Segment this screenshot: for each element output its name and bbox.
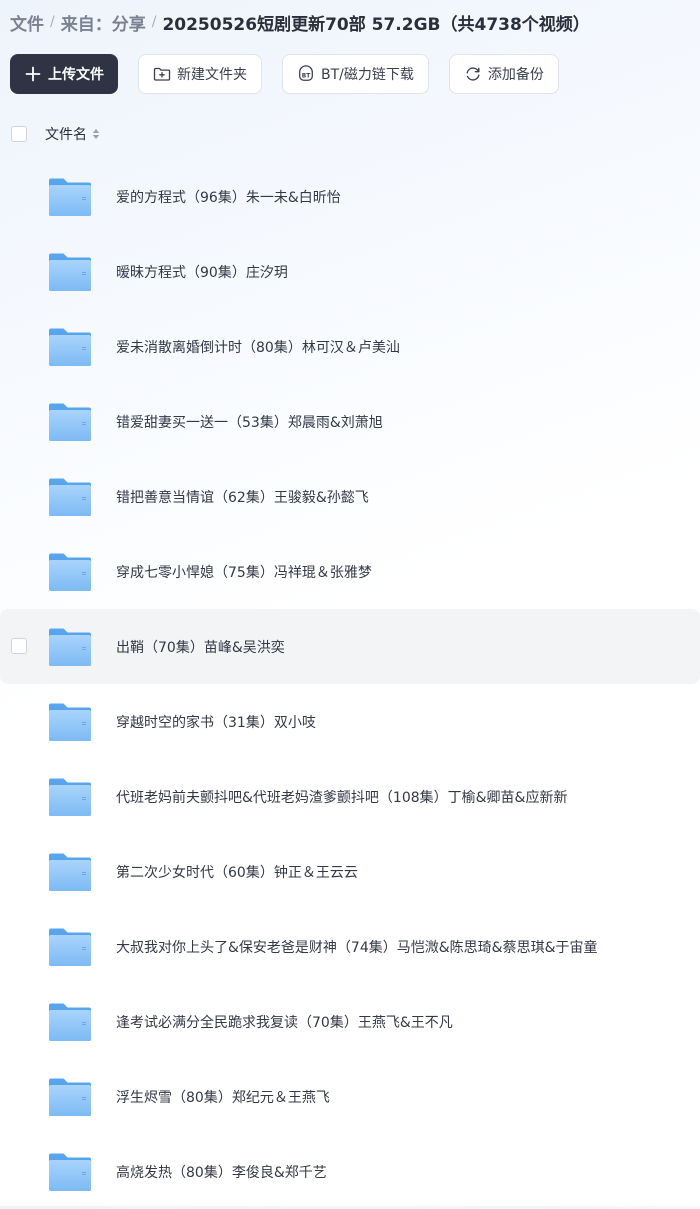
row-checkbox[interactable] (11, 638, 27, 654)
breadcrumb-root[interactable]: 文件 (10, 10, 44, 35)
breadcrumb-separator: / (151, 14, 157, 30)
plus-icon (24, 65, 42, 83)
column-header-name: 文件名 (45, 127, 87, 143)
svg-text:BT: BT (302, 74, 310, 80)
file-name[interactable]: 暧昧方程式（90集）庄汐玥 (116, 262, 288, 282)
file-row[interactable]: 高烧发热（80集）李俊良&郑千艺 (0, 1134, 700, 1209)
file-row[interactable]: 穿越时空的家书（31集）双小吱 (0, 684, 700, 759)
folder-icon (47, 774, 93, 820)
file-row[interactable]: 第二次少女时代（60集）钟正＆王云云 (0, 834, 700, 909)
folder-icon (47, 1074, 93, 1120)
folder-icon (47, 1149, 93, 1195)
file-name[interactable]: 大叔我对你上头了&保安老爸是财神（74集）马恺溦&陈思琦&蔡思琪&于宙童 (116, 937, 597, 957)
folder-icon (47, 474, 93, 520)
file-row[interactable]: 错爱甜妻买一送一（53集）郑晨雨&刘萧旭 (0, 384, 700, 459)
bt-icon: BT (297, 65, 315, 83)
file-name[interactable]: 浮生烬雪（80集）郑纪元＆王燕飞 (116, 1087, 330, 1107)
file-name[interactable]: 错爱甜妻买一送一（53集）郑晨雨&刘萧旭 (116, 412, 383, 432)
folder-icon (47, 924, 93, 970)
breadcrumb-current: 20250526短剧更新70部 57.2GB（共4738个视频） (162, 14, 590, 35)
file-row[interactable]: 暧昧方程式（90集）庄汐玥 (0, 234, 700, 309)
file-name[interactable]: 爱未消散离婚倒计时（80集）林可汉＆卢美汕 (116, 337, 400, 357)
file-row[interactable]: 大叔我对你上头了&保安老爸是财神（74集）马恺溦&陈思琦&蔡思琪&于宙童 (0, 909, 700, 984)
new-folder-icon (153, 65, 171, 83)
toolbar: 上传文件 新建文件夹 BT BT/磁力链下载 添加备份 (10, 54, 559, 94)
file-name[interactable]: 穿成七零小悍媳（75集）冯祥琨＆张雅梦 (116, 562, 372, 582)
sort-by-name[interactable]: 文件名 (45, 124, 101, 144)
file-name[interactable]: 穿越时空的家书（31集）双小吱 (116, 712, 316, 732)
file-row[interactable]: 错把善意当情谊（62集）王骏毅&孙懿飞 (0, 459, 700, 534)
file-name[interactable]: 错把善意当情谊（62集）王骏毅&孙懿飞 (116, 487, 369, 507)
add-backup-button[interactable]: 添加备份 (448, 54, 559, 94)
file-row[interactable]: 穿成七零小悍媳（75集）冯祥琨＆张雅梦 (0, 534, 700, 609)
file-row[interactable]: 代班老妈前夫颤抖吧&代班老妈渣爹颤抖吧（108集）丁榆&卿苗&应新新 (0, 759, 700, 834)
bt-magnet-download-button-label: BT/磁力链下载 (321, 67, 414, 83)
bt-magnet-download-button[interactable]: BT BT/磁力链下载 (282, 54, 429, 94)
breadcrumb: 文件 / 来自：分享 / 20250526短剧更新70部 57.2GB（共473… (10, 9, 590, 35)
file-name[interactable]: 代班老妈前夫颤抖吧&代班老妈渣爹颤抖吧（108集）丁榆&卿苗&应新新 (116, 787, 567, 807)
sort-icon (91, 127, 101, 141)
file-name[interactable]: 出鞘（70集）苗峰&吴洪奕 (116, 637, 285, 657)
file-name[interactable]: 逢考试必满分全民跪求我复读（70集）王燕飞&王不凡 (116, 1012, 453, 1032)
folder-icon (47, 999, 93, 1045)
folder-icon (47, 174, 93, 220)
folder-icon (47, 324, 93, 370)
file-row[interactable]: 出鞘（70集）苗峰&吴洪奕 (0, 609, 700, 684)
new-folder-button[interactable]: 新建文件夹 (138, 54, 262, 94)
file-row[interactable]: 爱的方程式（96集）朱一未&白昕怡 (0, 159, 700, 234)
upload-button-label: 上传文件 (48, 67, 104, 83)
upload-button[interactable]: 上传文件 (10, 54, 118, 94)
select-all-checkbox[interactable] (11, 126, 27, 142)
file-row[interactable]: 浮生烬雪（80集）郑纪元＆王燕飞 (0, 1059, 700, 1134)
folder-icon (47, 624, 93, 670)
folder-icon (47, 399, 93, 445)
file-name[interactable]: 第二次少女时代（60集）钟正＆王云云 (116, 862, 358, 882)
file-list: 爱的方程式（96集）朱一未&白昕怡 暧昧方程式（90集）庄汐玥 爱未消散离婚倒计… (0, 159, 700, 1209)
add-backup-button-label: 添加备份 (487, 67, 544, 83)
new-folder-button-label: 新建文件夹 (177, 67, 247, 83)
file-row[interactable]: 逢考试必满分全民跪求我复读（70集）王燕飞&王不凡 (0, 984, 700, 1059)
breadcrumb-separator: / (50, 14, 55, 30)
file-name[interactable]: 爱的方程式（96集）朱一未&白昕怡 (116, 187, 341, 207)
file-name[interactable]: 高烧发热（80集）李俊良&郑千艺 (116, 1162, 327, 1182)
list-header: 文件名 (0, 116, 700, 152)
folder-icon (47, 549, 93, 595)
file-row[interactable]: 爱未消散离婚倒计时（80集）林可汉＆卢美汕 (0, 309, 700, 384)
sync-icon (464, 65, 482, 83)
breadcrumb-from[interactable]: 来自：分享 (61, 10, 146, 35)
folder-icon (47, 849, 93, 895)
folder-icon (47, 249, 93, 295)
folder-icon (47, 699, 93, 745)
